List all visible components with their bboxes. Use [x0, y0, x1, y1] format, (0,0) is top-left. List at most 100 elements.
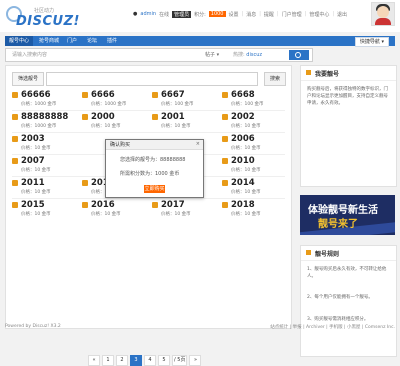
rules-icon [306, 250, 311, 255]
user-icon: ● [133, 11, 138, 17]
number-value: 2015 [21, 200, 45, 210]
number-card[interactable]: 2003 价格：10 金币 [12, 134, 74, 152]
separator: | [259, 11, 261, 17]
nav-item-shop[interactable]: 抢号商城 [35, 36, 63, 46]
search-button[interactable] [289, 50, 309, 60]
number-card[interactable]: 2014 价格：10 金币 [222, 178, 284, 196]
number-price: 价格：1000 金币 [21, 102, 57, 107]
number-value: 6667 [161, 90, 185, 100]
page-next[interactable]: » [189, 355, 202, 366]
user-toolbar: ● admin 在线 管理员 积分: 1000 设置 | 消息 | 提醒 | 门… [133, 9, 347, 19]
search-type-select[interactable]: 帖子 ▾ [205, 51, 219, 58]
number-price: 价格：10 金币 [161, 212, 191, 217]
footer-links[interactable]: 站点统计 | 举报 | Archiver | 手机版 | 小黑屋 | Comse… [270, 324, 395, 330]
number-price: 价格：10 金币 [231, 124, 261, 129]
number-price: 价格：100 金币 [231, 102, 264, 107]
search-input[interactable]: 请输入搜索内容 帖子 ▾ 热搜: discuz [5, 48, 313, 62]
hot-search: 热搜: discuz [233, 51, 262, 58]
quick-nav-dropdown[interactable]: 快捷导航 ▾ [354, 37, 389, 47]
site-logo[interactable]: 社区动力 DISCUZ! [6, 6, 79, 29]
sidebar-box-text: 购买靓号后，将获得独特的数字标识，门户和论坛显示更加醒目，支持自定义靓号申请，永… [307, 87, 388, 106]
number-card[interactable]: 6668 价格：100 金币 [222, 90, 284, 108]
page-1[interactable]: 1 [102, 355, 114, 366]
logout-link[interactable]: 退出 [337, 11, 347, 18]
filter-bar: 筛选靓号 搜索 [12, 72, 286, 86]
dialog-price-line: 所需积分数为：1000 金币 [120, 171, 180, 177]
dialog-header: 确认购买 × [106, 140, 203, 150]
number-card[interactable]: 88888888 价格：1000 金币 [12, 112, 74, 130]
number-card[interactable]: 2010 价格：10 金币 [222, 156, 284, 174]
user-level-badge[interactable]: 管理员 [172, 10, 192, 18]
user-link[interactable]: 设置 [229, 11, 239, 18]
promo-banner[interactable]: 体验靓号新生活 靓号来了 [300, 195, 395, 235]
number-card[interactable]: 6667 价格：100 金币 [152, 90, 214, 108]
dialog-number-line: 您选择的靓号为：88888888 [120, 157, 186, 163]
tag-icon [306, 70, 311, 75]
page-5[interactable]: 5 [158, 355, 170, 366]
number-card[interactable]: 2007 价格：10 金币 [12, 156, 74, 174]
number-card[interactable]: 2018 价格：10 金币 [222, 200, 284, 218]
number-card[interactable]: 2000 价格：10 金币 [82, 112, 144, 130]
number-value: 88888888 [21, 112, 69, 122]
separator: | [276, 11, 279, 17]
nav-item-plugins[interactable]: 插件 [103, 36, 121, 46]
number-badge-icon [12, 92, 18, 98]
number-price: 价格：10 金币 [231, 146, 261, 151]
filter-input[interactable] [46, 72, 258, 86]
page-3[interactable]: 3 [130, 355, 142, 366]
username-link[interactable]: admin [140, 11, 156, 17]
close-icon[interactable]: × [196, 141, 200, 147]
number-card[interactable]: 2016 价格：10 金币 [82, 200, 144, 218]
user-link[interactable]: 消息 [246, 11, 256, 18]
page-2[interactable]: 2 [116, 355, 128, 366]
number-value: 2007 [21, 156, 45, 166]
top-header: 社区动力 DISCUZ! ● admin 在线 管理员 积分: 1000 设置 … [0, 0, 400, 32]
number-price: 价格：10 金币 [161, 124, 191, 129]
sidebar-box-rules: 靓号规则 1、靓号购买后永久有效，不可转让给他人。 2、每个用户仅能拥有一个靓号… [300, 245, 397, 357]
page-total: / 5页 [172, 355, 188, 366]
number-badge-icon [82, 92, 88, 98]
user-link[interactable]: 提醒 [264, 11, 274, 18]
confirm-purchase-dialog: 确认购买 × 您选择的靓号为：88888888 所需积分数为：1000 金币 立… [105, 139, 204, 198]
number-value: 2002 [231, 112, 255, 122]
number-value: 2011 [21, 178, 45, 188]
number-price: 价格：10 金币 [231, 168, 261, 173]
number-card[interactable]: 66666 价格：1000 金币 [12, 90, 74, 108]
number-price: 价格：100 金币 [161, 102, 194, 107]
user-link[interactable]: 管理中心 [309, 11, 329, 18]
number-card[interactable]: 2011 价格：10 金币 [12, 178, 74, 196]
number-card[interactable]: 2017 价格：10 金币 [152, 200, 214, 218]
user-status: 在线 [159, 11, 170, 18]
number-card[interactable]: 6666 价格：1000 金币 [82, 90, 144, 108]
hot-label: 热搜: [233, 52, 245, 58]
search-row: 请输入搜索内容 帖子 ▾ 热搜: discuz [5, 48, 395, 62]
number-card[interactable]: 2015 价格：10 金币 [12, 200, 74, 218]
number-badge-icon [82, 202, 88, 208]
nav-item-forum[interactable]: 论坛 [83, 36, 101, 46]
page-4[interactable]: 4 [144, 355, 156, 366]
number-badge-icon [152, 202, 158, 208]
main-nav: 靓号中心 抢号商城 门户 论坛 插件 快捷导航 ▾ [5, 36, 395, 47]
filter-search-button[interactable]: 搜索 [264, 72, 286, 86]
nav-item-portal[interactable]: 门户 [63, 36, 81, 46]
points-value[interactable]: 1000 [208, 11, 226, 17]
sidebar-box-title: 我要靓号 [315, 71, 340, 78]
page-prev[interactable]: « [88, 355, 100, 366]
number-value: 2014 [231, 178, 255, 188]
search-placeholder: 请输入搜索内容 [12, 52, 48, 58]
avatar[interactable] [371, 2, 395, 26]
number-card[interactable]: 2002 价格：10 金币 [222, 112, 284, 130]
number-card[interactable]: 2006 价格：10 金币 [222, 134, 284, 152]
row-divider [12, 132, 285, 133]
number-value: 2018 [231, 200, 255, 210]
number-card[interactable]: 2001 价格：10 金币 [152, 112, 214, 130]
hot-term-link[interactable]: discuz [246, 52, 262, 58]
number-badge-icon [82, 114, 88, 120]
separator: | [304, 11, 307, 17]
confirm-buy-button[interactable]: 立即购买 [144, 185, 165, 193]
banner-line-2: 靓号来了 [318, 219, 358, 230]
nav-item-liang-center[interactable]: 靓号中心 [5, 36, 34, 46]
number-badge-icon [222, 180, 228, 186]
number-badge-icon [222, 202, 228, 208]
user-link[interactable]: 门户管理 [282, 11, 302, 18]
